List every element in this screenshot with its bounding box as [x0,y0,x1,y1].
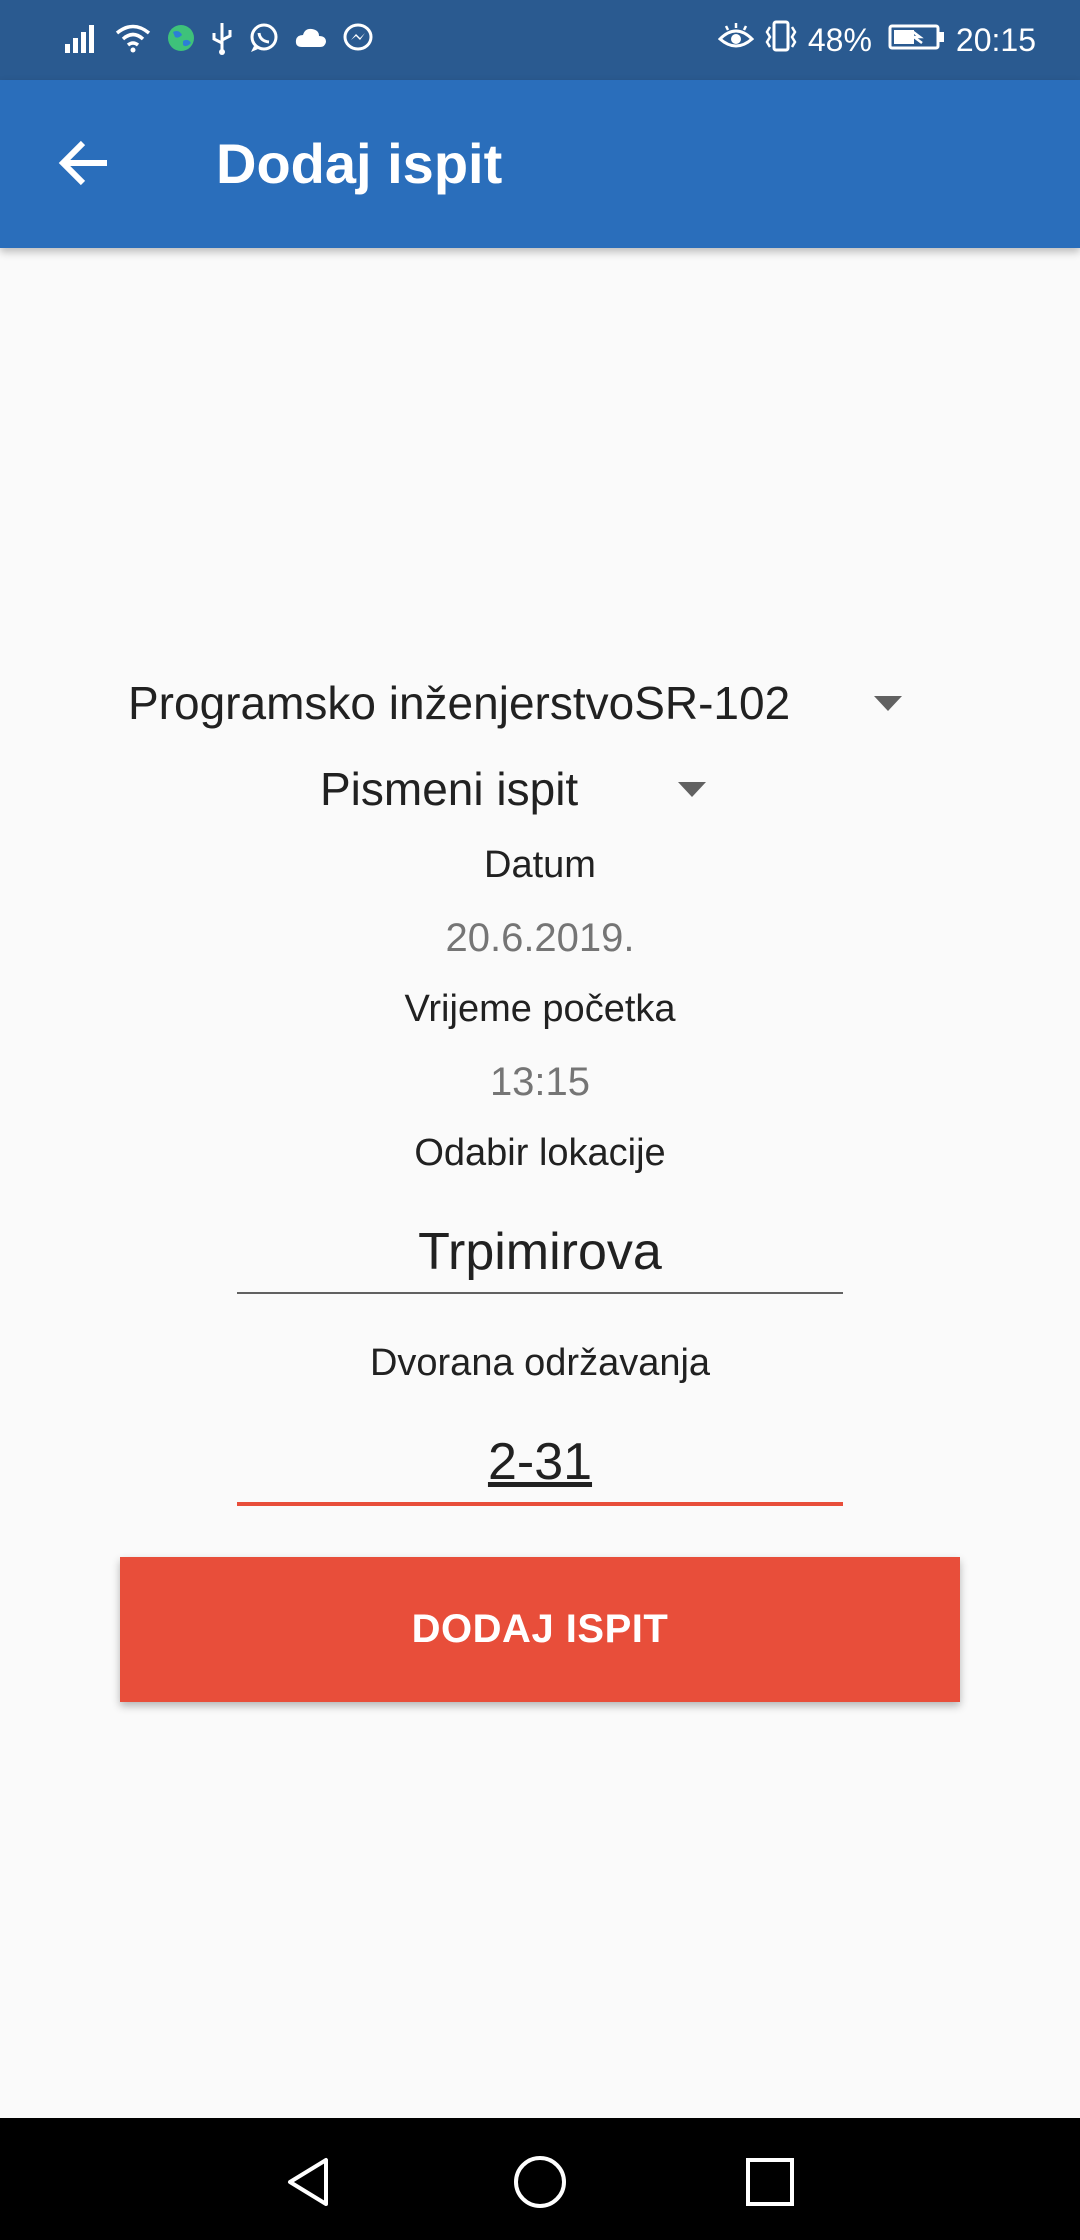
location-input[interactable]: Trpimirova [237,1214,843,1294]
course-spinner-value: Programsko inženjerstvoSR-102 [128,677,791,729]
back-button[interactable] [44,130,124,200]
clock: 20:15 [955,21,1036,58]
nav-recents-button[interactable] [742,2154,798,2210]
messenger-icon [342,22,374,59]
dropdown-caret-icon [678,781,707,797]
cloud-icon [294,25,328,56]
battery-percent: 48% [807,21,872,58]
start-time-label: Vrijeme početka [404,988,676,1030]
hall-input[interactable]: 2-31 [237,1424,843,1506]
vibrate-icon [764,19,798,61]
date-value[interactable]: 20.6.2019. [0,916,1080,961]
home-circle-icon [512,2156,568,2214]
status-bar: 48% 20:15 [0,0,1080,80]
signal-icon [64,22,100,59]
battery-icon [888,22,946,59]
hall-input-value: 2-31 [487,1433,593,1491]
arrow-back-icon [57,139,111,192]
eye-icon [717,22,755,59]
dropdown-caret-icon [874,695,903,711]
start-time-value[interactable]: 13:15 [0,1060,1080,1105]
page-title: Dodaj ispit [216,132,503,195]
navigation-bar [0,2118,1080,2240]
system-status: 48% 20:15 [717,14,1036,66]
whatsapp-icon [248,22,280,59]
usb-icon [210,21,234,60]
nav-home-button[interactable] [512,2154,568,2210]
back-triangle-icon [282,2158,338,2214]
course-spinner[interactable]: Programsko inženjerstvoSR-102 [128,670,903,736]
location-label: Odabir lokacije [414,1132,666,1174]
nav-back-button[interactable] [282,2154,338,2210]
exam-type-spinner-value: Pismeni ispit [320,763,579,815]
app-bar: Dodaj ispit [0,80,1080,248]
recents-square-icon [742,2158,798,2214]
notification-icons [64,18,374,62]
add-exam-button[interactable]: DODAJ ISPIT [120,1557,960,1702]
hall-label: Dvorana održavanja [369,1342,711,1384]
globe-icon [166,23,196,58]
wifi-icon [114,22,152,59]
date-label: Datum [484,844,596,886]
exam-type-spinner[interactable]: Pismeni ispit [320,758,707,820]
